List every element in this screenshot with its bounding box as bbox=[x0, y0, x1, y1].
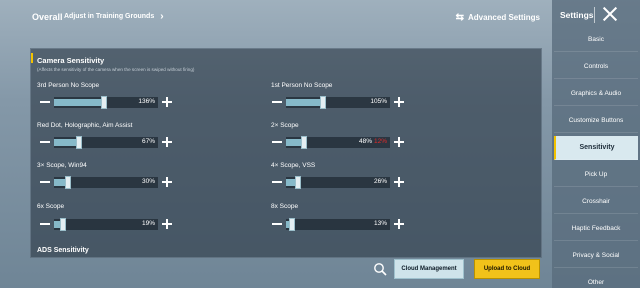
search-icon[interactable] bbox=[373, 262, 387, 276]
plus-icon[interactable] bbox=[393, 175, 405, 189]
ads-section-title: ADS Sensitivity bbox=[37, 247, 89, 254]
slider-value: 48% bbox=[358, 137, 372, 145]
swap-icon: ⇆ bbox=[455, 11, 464, 23]
slider-track[interactable]: 48% 12% bbox=[286, 135, 390, 149]
plus-icon[interactable] bbox=[393, 135, 405, 149]
minus-icon[interactable] bbox=[271, 217, 283, 231]
row-label: 4× Scope, VSS bbox=[271, 162, 316, 169]
slider-value: 26% bbox=[373, 177, 387, 185]
close-icon[interactable] bbox=[600, 4, 620, 24]
section-subtitle: (Affects the sensitivity of the camera w… bbox=[37, 67, 195, 72]
slider-extra-value: 12% bbox=[373, 137, 387, 145]
row-label: 8x Scope bbox=[271, 203, 299, 210]
plus-icon[interactable] bbox=[161, 135, 173, 149]
minus-icon[interactable] bbox=[271, 175, 283, 189]
slider-3x-scope: 30% bbox=[39, 175, 173, 189]
slider-value: 13% bbox=[373, 219, 387, 227]
slider-track[interactable]: 26% bbox=[286, 175, 390, 189]
plus-icon[interactable] bbox=[161, 175, 173, 189]
advanced-settings-button[interactable]: ⇆ Advanced Settings bbox=[455, 11, 540, 23]
sidebar-title: Settings bbox=[560, 10, 594, 20]
slider-value-group: 48% 12% bbox=[359, 138, 387, 145]
cloud-management-button[interactable]: Cloud Management bbox=[394, 259, 464, 279]
row-label: 6x Scope bbox=[37, 203, 65, 210]
sidebar-item-pick-up[interactable]: Pick Up bbox=[554, 163, 638, 187]
sidebar-item-sensitivity[interactable]: Sensitivity bbox=[554, 136, 638, 160]
slider-6x-scope: 19% bbox=[39, 217, 173, 231]
sidebar-item-basic[interactable]: Basic bbox=[554, 28, 638, 52]
divider bbox=[594, 7, 595, 23]
slider-1st-person-no-scope: 105% bbox=[271, 95, 405, 109]
sidebar-item-other[interactable]: Other bbox=[554, 271, 638, 288]
slider-4x-scope: 26% bbox=[271, 175, 405, 189]
top-bar: Overall Adjust in Training Grounds › ⇆ A… bbox=[0, 0, 552, 34]
row-label: 1st Person No Scope bbox=[271, 82, 333, 89]
slider-thumb[interactable] bbox=[295, 175, 302, 189]
minus-icon[interactable] bbox=[271, 135, 283, 149]
section-accent bbox=[31, 53, 33, 63]
minus-icon[interactable] bbox=[39, 135, 51, 149]
minus-icon[interactable] bbox=[271, 95, 283, 109]
row-label: 3× Scope, Win94 bbox=[37, 162, 87, 169]
sidebar-item-controls[interactable]: Controls bbox=[554, 55, 638, 79]
sidebar-item-graphics-audio[interactable]: Graphics & Audio bbox=[554, 82, 638, 106]
adjust-training-label: Adjust in Training Grounds bbox=[64, 13, 155, 20]
slider-track[interactable]: 67% bbox=[54, 135, 158, 149]
slider-value: 105% bbox=[370, 97, 387, 105]
slider-track[interactable]: 30% bbox=[54, 175, 158, 189]
plus-icon[interactable] bbox=[393, 95, 405, 109]
sidebar-header: Settings bbox=[552, 0, 640, 30]
slider-red-dot: 67% bbox=[39, 135, 173, 149]
slider-8x-scope: 13% bbox=[271, 217, 405, 231]
slider-thumb[interactable] bbox=[320, 95, 327, 109]
camera-sensitivity-panel: Camera Sensitivity (Affects the sensitiv… bbox=[30, 48, 542, 258]
row-label: Red Dot, Holographic, Aim Assist bbox=[37, 122, 133, 129]
sidebar-item-crosshair[interactable]: Crosshair bbox=[554, 190, 638, 214]
sidebar-item-haptic-feedback[interactable]: Haptic Feedback bbox=[554, 217, 638, 241]
minus-icon[interactable] bbox=[39, 175, 51, 189]
advanced-settings-label: Advanced Settings bbox=[467, 13, 540, 22]
plus-icon[interactable] bbox=[161, 217, 173, 231]
slider-track[interactable]: 105% bbox=[286, 95, 390, 109]
tab-overall[interactable]: Overall bbox=[32, 12, 63, 22]
slider-value: 67% bbox=[141, 137, 155, 145]
minus-icon[interactable] bbox=[39, 95, 51, 109]
slider-thumb[interactable] bbox=[75, 135, 82, 149]
slider-thumb[interactable] bbox=[100, 95, 107, 109]
slider-2x-scope: 48% 12% bbox=[271, 135, 405, 149]
slider-track[interactable]: 13% bbox=[286, 217, 390, 231]
slider-track[interactable]: 136% bbox=[54, 95, 158, 109]
adjust-training-link[interactable]: Adjust in Training Grounds › bbox=[64, 11, 164, 22]
slider-3rd-person-no-scope: 136% bbox=[39, 95, 173, 109]
slider-thumb[interactable] bbox=[60, 217, 67, 231]
section-title: Camera Sensitivity bbox=[37, 56, 105, 65]
sidebar-item-privacy-social[interactable]: Privacy & Social bbox=[554, 244, 638, 268]
slider-value: 19% bbox=[141, 219, 155, 227]
sidebar-item-customize-buttons[interactable]: Customize Buttons bbox=[554, 109, 638, 133]
row-label: 2× Scope bbox=[271, 122, 299, 129]
slider-track[interactable]: 19% bbox=[54, 217, 158, 231]
chevron-right-icon: › bbox=[160, 11, 164, 22]
slider-value: 30% bbox=[141, 177, 155, 185]
row-label: 3rd Person No Scope bbox=[37, 82, 100, 89]
slider-thumb[interactable] bbox=[64, 175, 71, 189]
slider-thumb[interactable] bbox=[300, 135, 307, 149]
minus-icon[interactable] bbox=[39, 217, 51, 231]
settings-sidebar: Settings Basic Controls Graphics & Audio… bbox=[552, 0, 640, 288]
plus-icon[interactable] bbox=[161, 95, 173, 109]
slider-value: 136% bbox=[138, 97, 155, 105]
slider-thumb[interactable] bbox=[289, 217, 296, 231]
plus-icon[interactable] bbox=[393, 217, 405, 231]
upload-to-cloud-button[interactable]: Upload to Cloud bbox=[474, 259, 540, 279]
